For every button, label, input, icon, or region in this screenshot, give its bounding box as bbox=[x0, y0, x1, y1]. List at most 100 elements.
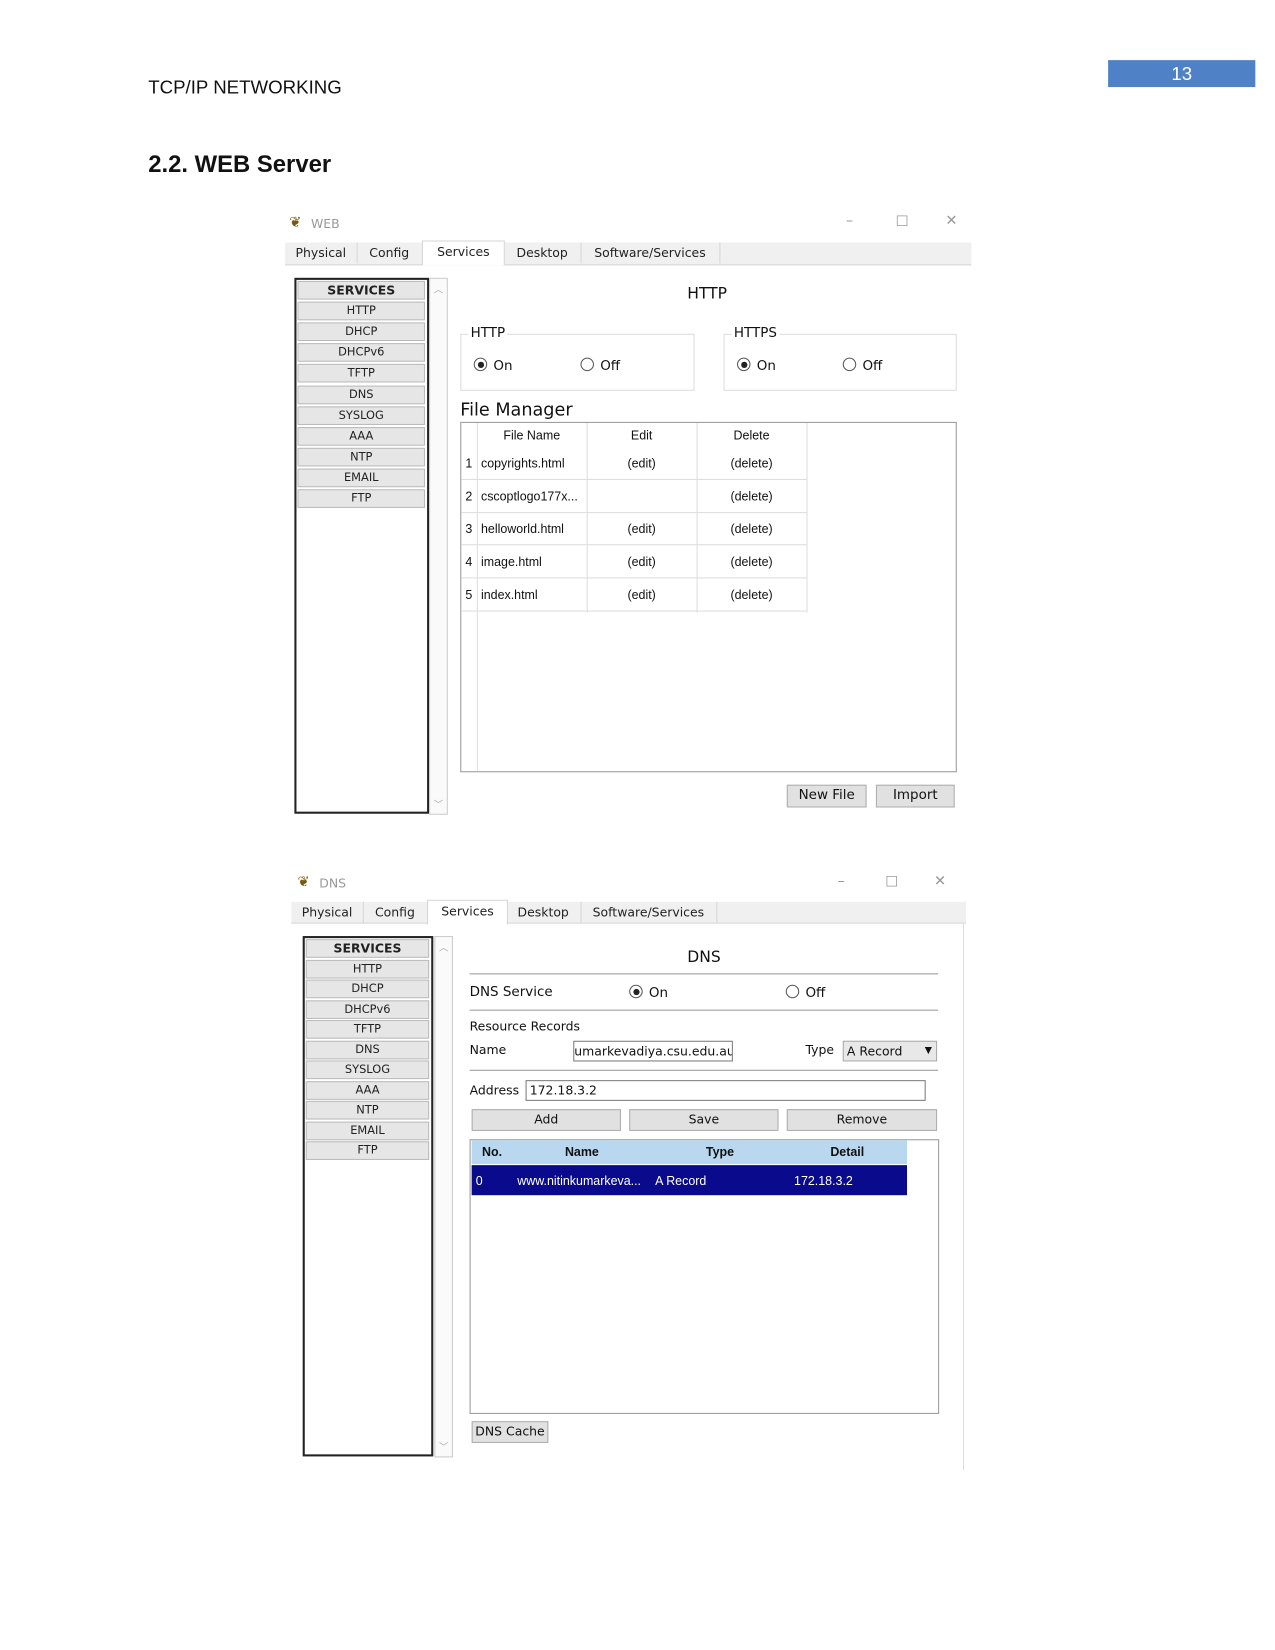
edit-link[interactable]: (edit) bbox=[587, 588, 697, 603]
sidebar-item-aaa[interactable]: AAA bbox=[305, 1080, 430, 1100]
minimize-icon[interactable]: – bbox=[846, 213, 853, 230]
row-number: 1 bbox=[465, 456, 473, 471]
column-divider bbox=[806, 422, 808, 613]
edit-link[interactable]: (edit) bbox=[587, 522, 697, 537]
column-header-no: No. bbox=[482, 1144, 503, 1159]
tab-services[interactable]: Services bbox=[421, 240, 505, 266]
http-off-radio[interactable]: Off bbox=[580, 357, 620, 374]
maximize-icon[interactable]: ☐ bbox=[885, 874, 898, 891]
column-header: Delete bbox=[733, 428, 770, 443]
file-manager-title: File Manager bbox=[460, 400, 573, 421]
tab-desktop[interactable]: Desktop bbox=[504, 242, 582, 264]
sidebar-item-dhcp[interactable]: DHCP bbox=[305, 979, 430, 999]
dns-on-radio[interactable]: On bbox=[629, 984, 668, 1001]
resource-records-label: Resource Records bbox=[469, 1018, 581, 1034]
add-button[interactable]: Add bbox=[471, 1109, 621, 1131]
sidebar-item-email[interactable]: EMAIL bbox=[297, 468, 426, 488]
file-name: index.html bbox=[480, 587, 538, 603]
address-label: Address bbox=[469, 1083, 520, 1098]
sidebar-item-ftp[interactable]: FTP bbox=[305, 1141, 430, 1160]
sidebar-item-aaa[interactable]: AAA bbox=[297, 426, 426, 446]
radio-selected-icon bbox=[629, 984, 643, 999]
delete-link[interactable]: (delete) bbox=[697, 555, 807, 570]
tab-config[interactable]: Config bbox=[357, 242, 423, 264]
new-file-button[interactable]: New File bbox=[786, 784, 867, 808]
sidebar-item-syslog[interactable]: SYSLOG bbox=[297, 405, 426, 425]
close-icon[interactable]: ✕ bbox=[934, 873, 946, 890]
radio-label: On bbox=[493, 358, 513, 375]
row-divider bbox=[461, 577, 807, 579]
row-divider bbox=[461, 478, 807, 480]
scrollbar[interactable]: ︿ ﹀ bbox=[429, 277, 448, 815]
name-input[interactable]: umarkevadiya.csu.edu.au bbox=[573, 1040, 733, 1062]
save-button[interactable]: Save bbox=[629, 1109, 779, 1131]
divider bbox=[469, 1069, 939, 1071]
sidebar-item-ntp[interactable]: NTP bbox=[305, 1100, 430, 1120]
services-header: SERVICES bbox=[305, 939, 430, 958]
dns-cache-button[interactable]: DNS Cache bbox=[471, 1421, 549, 1443]
remove-button[interactable]: Remove bbox=[786, 1109, 938, 1131]
column-divider bbox=[696, 422, 698, 613]
radio-label: On bbox=[756, 358, 776, 375]
edit-link[interactable]: (edit) bbox=[587, 555, 697, 570]
sidebar-item-ftp[interactable]: FTP bbox=[297, 489, 426, 508]
dns-off-radio[interactable]: Off bbox=[785, 984, 825, 1001]
tab-services[interactable]: Services bbox=[427, 899, 508, 925]
scrollbar[interactable]: ︿ ﹀ bbox=[434, 936, 453, 1458]
maximize-icon[interactable]: ☐ bbox=[896, 214, 909, 231]
sidebar-item-http[interactable]: HTTP bbox=[297, 301, 426, 321]
tab-software-services[interactable]: Software/Services bbox=[580, 901, 718, 923]
radio-selected-icon bbox=[473, 357, 488, 372]
delete-link[interactable]: (delete) bbox=[697, 522, 807, 537]
https-on-radio[interactable]: On bbox=[737, 357, 776, 375]
tab-software-services[interactable]: Software/Services bbox=[580, 242, 721, 264]
sidebar-item-syslog[interactable]: SYSLOG bbox=[305, 1060, 430, 1080]
http-on-radio[interactable]: On bbox=[473, 357, 513, 375]
app-icon: ❦ bbox=[289, 214, 302, 232]
tab-desktop[interactable]: Desktop bbox=[506, 901, 582, 923]
delete-link[interactable]: (delete) bbox=[697, 456, 807, 471]
delete-link[interactable]: (delete) bbox=[697, 489, 807, 504]
delete-link[interactable]: (delete) bbox=[697, 588, 807, 603]
page-number: 13 bbox=[1108, 60, 1256, 88]
cell-no: 0 bbox=[475, 1173, 483, 1188]
sidebar-item-dns[interactable]: DNS bbox=[305, 1040, 430, 1059]
type-select-value: A Record bbox=[846, 1043, 903, 1059]
radio-icon bbox=[842, 357, 857, 372]
services-header: SERVICES bbox=[297, 280, 426, 300]
table-row[interactable]: 0 www.nitinkumarkeva... A Record 172.18.… bbox=[471, 1165, 908, 1196]
https-off-radio[interactable]: Off bbox=[842, 357, 883, 375]
import-button[interactable]: Import bbox=[875, 784, 955, 808]
http-group-label: HTTP bbox=[468, 325, 508, 342]
sidebar-item-email[interactable]: EMAIL bbox=[305, 1121, 430, 1140]
file-name: helloworld.html bbox=[480, 521, 564, 537]
column-header: File Name bbox=[503, 428, 561, 443]
file-name: image.html bbox=[480, 554, 542, 570]
edit-link[interactable]: (edit) bbox=[587, 456, 697, 471]
close-icon[interactable]: ✕ bbox=[945, 213, 957, 230]
sidebar-item-http[interactable]: HTTP bbox=[305, 959, 430, 979]
sidebar-item-dns[interactable]: DNS bbox=[297, 385, 426, 404]
column-header-detail: Detail bbox=[830, 1144, 865, 1159]
dns-service-label: DNS Service bbox=[469, 984, 553, 1001]
tab-physical[interactable]: Physical bbox=[291, 901, 364, 923]
sidebar-item-tftp[interactable]: TFTP bbox=[297, 364, 426, 383]
type-select[interactable]: A Record ▼ bbox=[842, 1040, 938, 1062]
sidebar-item-dhcpv6[interactable]: DHCPv6 bbox=[305, 999, 430, 1019]
tab-bar: Physical Config Services Desktop Softwar… bbox=[285, 240, 972, 266]
sidebar-item-tftp[interactable]: TFTP bbox=[305, 1020, 430, 1039]
sidebar-item-dhcp[interactable]: DHCP bbox=[297, 322, 426, 342]
tab-config[interactable]: Config bbox=[363, 901, 429, 923]
sidebar-item-ntp[interactable]: NTP bbox=[297, 447, 426, 467]
tab-physical[interactable]: Physical bbox=[285, 242, 358, 264]
minimize-icon[interactable]: – bbox=[838, 873, 845, 890]
row-number: 3 bbox=[465, 521, 473, 537]
type-label: Type bbox=[805, 1042, 835, 1058]
address-input[interactable]: 172.18.3.2 bbox=[525, 1080, 926, 1101]
cell-type: A Record bbox=[655, 1173, 707, 1188]
row-divider bbox=[461, 610, 807, 612]
radio-label: Off bbox=[862, 358, 883, 375]
sidebar-item-dhcpv6[interactable]: DHCPv6 bbox=[297, 343, 426, 363]
radio-selected-icon bbox=[737, 357, 751, 372]
app-icon: ❦ bbox=[297, 873, 310, 891]
